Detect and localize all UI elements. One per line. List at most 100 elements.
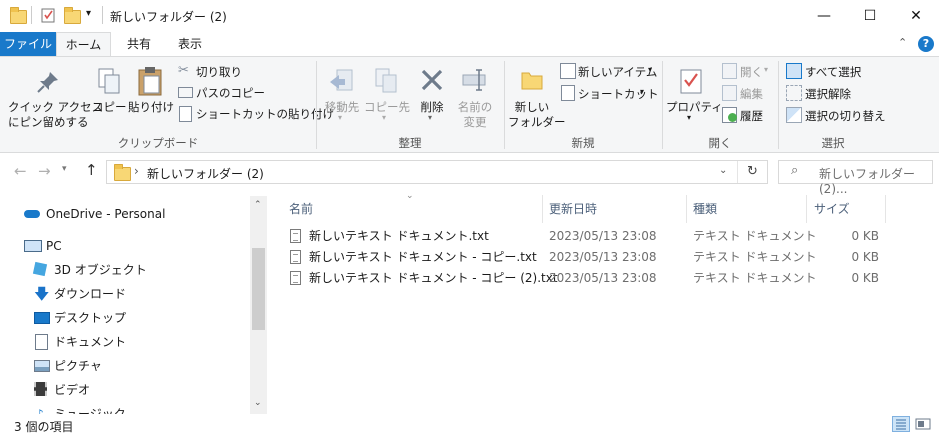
chevron-right-icon[interactable]: › (134, 164, 139, 178)
address-bar[interactable]: › 新しいフォルダー (2) ⌄ ↻ (106, 160, 768, 184)
file-size: 0 KB (851, 229, 879, 243)
navigation-pane: OneDrive - Personal PC 3D オブジェクト 🡇 ダウンロー… (0, 196, 250, 414)
new-item-icon (560, 63, 576, 79)
open-icon (722, 63, 737, 79)
column-separator[interactable] (542, 195, 543, 223)
group-label-clipboard: クリップボード (117, 136, 199, 150)
properties-icon (680, 69, 702, 94)
status-item-count: 3 個の項目 (14, 420, 74, 434)
dropdown-icon: ▾ (382, 113, 387, 122)
new-folder-button[interactable]: 新しい フォルダー (508, 59, 566, 135)
scroll-down-icon[interactable]: ⌄ (254, 398, 262, 408)
computer-icon (24, 240, 42, 252)
pin-icon (37, 72, 58, 93)
delete-icon (421, 69, 443, 91)
sidebar-item-label: 3D オブジェクト (54, 263, 147, 277)
new-folder-icon (521, 72, 543, 90)
file-name[interactable]: 新しいテキスト ドキュメント - コピー (2).txt (309, 268, 558, 289)
tab-home[interactable]: ホーム (56, 32, 111, 56)
details-view-button[interactable] (892, 416, 910, 432)
divider (31, 6, 32, 24)
file-row[interactable]: 新しいテキスト ドキュメント - コピー (2).txt 2023/05/13 … (284, 268, 884, 289)
pin-quick-access-button[interactable]: クイック アクセス にピン留めする (8, 59, 103, 135)
edit-icon (722, 85, 737, 101)
help-icon[interactable]: ? (918, 36, 934, 52)
rename-button[interactable]: 名前の 変更 (454, 59, 496, 135)
copy-to-icon (375, 68, 397, 93)
rename-label-1: 名前の (457, 100, 493, 114)
new-folder-label-1: 新しい (514, 100, 550, 114)
file-modified: 2023/05/13 23:08 (549, 271, 657, 285)
invert-selection-label: 選択の切り替え (805, 109, 886, 123)
search-input[interactable]: ⌕ 新しいフォルダー (2)... (778, 160, 933, 196)
group-label-select: 選択 (821, 136, 845, 150)
address-path[interactable]: 新しいフォルダー (2) (147, 165, 264, 182)
copy-path-icon (178, 87, 193, 98)
music-note-icon: ♪ (36, 407, 44, 414)
column-header-size[interactable]: サイズ (814, 200, 850, 218)
sidebar-item-label: デスクトップ (54, 311, 127, 325)
column-separator[interactable] (885, 195, 886, 223)
select-none-icon (786, 85, 802, 101)
open-label: 開く (740, 65, 763, 79)
customize-quick-access-icon[interactable]: ▾ (86, 8, 91, 19)
forward-icon[interactable]: → (38, 162, 51, 180)
properties-quick-icon[interactable] (40, 7, 56, 23)
file-type: テキスト ドキュメント (693, 229, 817, 243)
dropdown-icon: ▾ (338, 113, 343, 122)
copy-button[interactable]: コピー (92, 59, 127, 135)
tab-view[interactable]: 表示 (168, 32, 212, 56)
scrollbar-thumb[interactable] (252, 248, 265, 330)
file-name[interactable]: 新しいテキスト ドキュメント.txt (309, 226, 489, 247)
column-header-modified[interactable]: 更新日時 (549, 200, 597, 218)
dropdown-icon: ▾ (648, 65, 653, 74)
group-label-organize: 整理 (398, 136, 422, 150)
column-header-name[interactable]: 名前 (289, 200, 313, 218)
minimize-button[interactable]: — (801, 0, 847, 32)
film-icon (34, 382, 47, 396)
copy-to-button[interactable]: コピー先 ▾ (364, 59, 410, 135)
up-icon[interactable]: ↑ (85, 161, 98, 179)
file-name[interactable]: 新しいテキスト ドキュメント - コピー.txt (309, 247, 537, 268)
sort-chevron-icon: ⌄ (406, 191, 414, 201)
cut-label: 切り取り (196, 65, 242, 79)
document-icon (35, 334, 48, 350)
back-icon[interactable]: ← (14, 162, 27, 180)
column-separator[interactable] (686, 195, 687, 223)
paste-icon (138, 67, 162, 96)
tab-file[interactable]: ファイル (0, 32, 56, 56)
delete-button[interactable]: 削除 ▾ (412, 59, 452, 135)
recent-locations-icon[interactable]: ▾ (62, 164, 67, 174)
maximize-button[interactable]: ☐ (847, 0, 893, 32)
folder-icon (114, 164, 131, 181)
history-clock-icon (728, 113, 737, 122)
large-icons-view-button[interactable] (914, 416, 932, 432)
scroll-up-icon[interactable]: ⌃ (254, 200, 262, 210)
close-button[interactable]: ✕ (893, 0, 939, 32)
refresh-icon[interactable]: ↻ (747, 164, 758, 179)
file-row[interactable]: 新しいテキスト ドキュメント - コピー.txt 2023/05/13 23:0… (284, 247, 884, 268)
divider (102, 6, 103, 24)
easy-access-label: ショートカット (578, 87, 659, 101)
paste-shortcut-label: ショートカットの貼り付け (196, 107, 334, 121)
column-header-type[interactable]: 種類 (693, 200, 717, 218)
paste-button[interactable]: 貼り付け (128, 59, 174, 135)
copy-label: コピー (92, 100, 127, 114)
file-row[interactable]: 新しいテキスト ドキュメント.txt 2023/05/13 23:08 テキスト… (284, 226, 884, 247)
select-all-icon (786, 63, 802, 79)
collapse-ribbon-icon[interactable]: ⌃ (898, 36, 907, 49)
sidebar-scrollbar[interactable]: ⌃ ⌄ (250, 196, 267, 414)
group-label-open: 開く (708, 136, 732, 150)
tab-share[interactable]: 共有 (117, 32, 161, 56)
large-icons-view-icon (915, 418, 931, 430)
column-separator[interactable] (806, 195, 807, 223)
new-item-label: 新しいアイテム (578, 65, 658, 79)
move-to-button[interactable]: 移動先 ▾ (320, 59, 364, 135)
text-file-icon (290, 271, 301, 285)
sidebar-item-label: ドキュメント (54, 335, 127, 349)
paste-shortcut-icon (179, 106, 192, 122)
new-folder-quick-icon[interactable] (64, 7, 81, 26)
properties-button[interactable]: プロパティ ▾ (666, 59, 723, 135)
address-dropdown-icon[interactable]: ⌄ (719, 165, 727, 176)
sidebar-item-label: PC (46, 239, 62, 253)
